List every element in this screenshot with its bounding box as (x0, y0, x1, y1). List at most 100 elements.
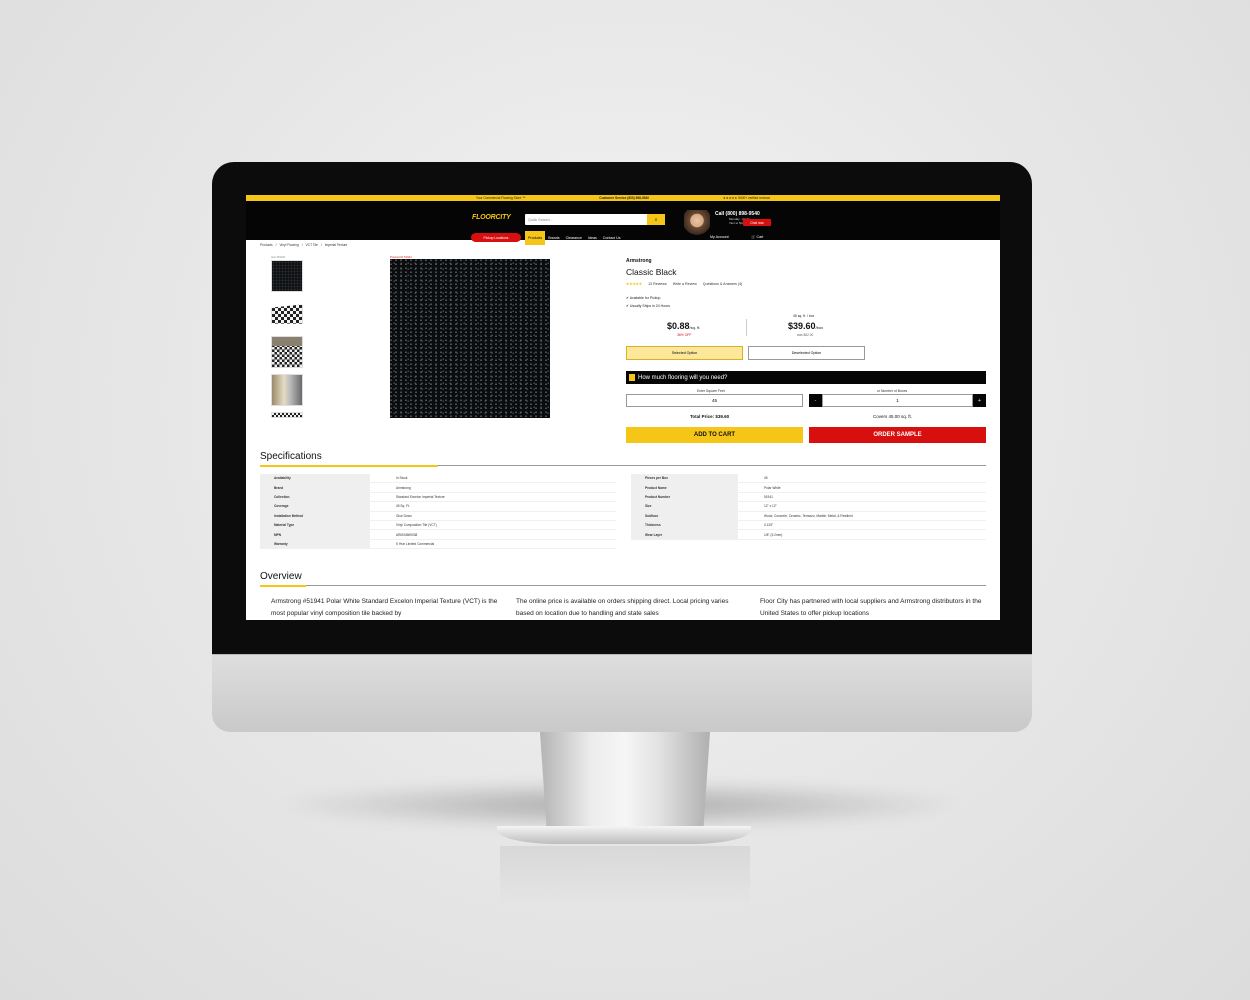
chat-button[interactable]: Chat now (743, 219, 771, 226)
spec-key: Subfloor (631, 511, 738, 520)
decrement-button[interactable]: - (809, 394, 822, 407)
search-placeholder: Quick Search... (528, 217, 553, 222)
site-header: FLOORCITY Quick Search... ⌕ Call (800) 8… (246, 201, 1000, 245)
spec-key: Warranty (260, 539, 370, 549)
thumbnail-2[interactable] (271, 304, 303, 324)
spec-value: 1/8" (3.2mm) (764, 532, 783, 537)
spec-key: Availability (260, 474, 370, 483)
crumb-sep: / (275, 243, 277, 247)
reviews-badge[interactable]: ★★★★★ 5000+ verified reviews (723, 196, 770, 200)
thumbnail-1[interactable] (271, 260, 303, 292)
nav-ideas[interactable]: Ideas (585, 231, 600, 245)
thumbnail-5[interactable] (271, 412, 303, 418)
spec-key: Pieces per Box (631, 474, 738, 483)
thumbnail-3[interactable] (271, 336, 303, 368)
spec-row: Material Type Vinyl Composition Tile (VCT… (260, 520, 616, 531)
overview-col-2: The online price is available on orders … (516, 598, 729, 617)
spec-key: Material Type (260, 520, 370, 530)
thumbnail-4[interactable] (271, 374, 303, 406)
monitor-chin (212, 654, 1032, 732)
spec-value: In Stock (396, 476, 408, 481)
spec-value: ARM34569038 (396, 532, 418, 537)
cart-label: Cart (756, 235, 764, 239)
feature-list: ✔ Available for Pickup ✔ Usually Ships i… (626, 294, 670, 310)
crumb-vct[interactable]: VCT Tile (306, 243, 318, 247)
spec-value: Armstrong (396, 485, 411, 490)
add-to-cart-button[interactable]: ADD TO CART (626, 427, 803, 443)
customer-service[interactable]: Customer Service (800) 898-9540 (599, 196, 649, 200)
pickup-locations-button[interactable]: Pickup Locations (471, 233, 521, 242)
sqft-label: Enter Square Feet (697, 389, 725, 393)
order-sample-button[interactable]: ORDER SAMPLE (809, 427, 986, 443)
spec-row: Coverage 45 Sq. Ft. (260, 502, 616, 512)
price-box-unit: /box (815, 325, 824, 330)
stand-reflection (500, 846, 750, 906)
qa-link[interactable]: Questions & Answers (4) (703, 282, 743, 286)
overview-col-1: Armstrong #51941 Polar White Standard Ex… (271, 598, 498, 617)
spec-key: Product Number (631, 492, 738, 502)
spec-row: Product Number 51941 (631, 492, 986, 503)
spec-value: 45 Sq. Ft. (396, 504, 410, 509)
price-sqft-unit: /sq. ft. (689, 325, 701, 330)
write-review-link[interactable]: Write a Review (673, 282, 697, 286)
reviews-link[interactable]: 13 Reviews (648, 282, 667, 286)
spec-value: 51941 (764, 494, 773, 499)
selected-option-button[interactable]: Selected Option (626, 346, 743, 360)
spec-value: 5 Year Limited Commercial (396, 541, 435, 546)
nav-brands[interactable]: Brands (545, 231, 562, 245)
sqft-input[interactable]: 45 (626, 394, 803, 407)
search-input[interactable]: Quick Search... ⌕ (525, 214, 665, 225)
calculator-icon (629, 374, 635, 381)
spec-key: Thickness (631, 520, 738, 530)
spec-row: Collection Standard Excelon Imperial Text… (260, 492, 616, 503)
cart-link[interactable]: 🛒 Cart (751, 235, 763, 239)
coverage-total: Covers 45.00 sq. ft. (873, 414, 913, 419)
overview-divider (260, 584, 986, 587)
main-nav: Products Brands Clearance Ideas Contact … (525, 231, 624, 245)
monitor-stand-foot (497, 826, 751, 844)
feature-shipping: ✔ Usually Ships in 24 Hours (626, 302, 670, 310)
boxes-input[interactable]: 1 (822, 394, 973, 407)
calculator-title: How much flooring will you need? (638, 374, 728, 381)
spec-value: 45 (764, 476, 768, 481)
spec-key: Product Name (631, 483, 738, 492)
crumb-sep: / (301, 243, 303, 247)
overview-heading: Overview (260, 571, 302, 582)
overview-col-3: Floor City has partnered with local supp… (760, 598, 982, 617)
search-button[interactable]: ⌕ (647, 214, 665, 225)
total-price: Total Price: $39.60 (690, 414, 730, 419)
flooring-calculator-header: How much flooring will you need? (626, 371, 986, 384)
nav-products[interactable]: Products (525, 231, 546, 245)
crumb-products[interactable]: Products (260, 243, 273, 247)
increment-button[interactable]: + (973, 394, 986, 407)
main-product-image[interactable] (390, 259, 550, 418)
browser-screen: Your Commercial Flooring Store ™ Custome… (246, 195, 1000, 620)
specifications-heading: Specifications (260, 451, 322, 462)
feature-pickup: ✔ Available for Pickup (626, 294, 670, 302)
spec-value: Glue Down (396, 513, 412, 518)
spec-table-left: Availability In Stock Brand Armstrong Collec… (260, 474, 616, 550)
spec-row: Brand Armstrong (260, 483, 616, 493)
crumb-current: Imperial Texture (324, 243, 348, 247)
spec-value: 0.125" (764, 523, 774, 528)
price-sqft-value: $0.88 (667, 321, 690, 331)
spec-value: 12" x 12" (764, 504, 777, 509)
my-account-link[interactable]: My Account (710, 235, 729, 239)
site-logo[interactable]: FLOORCITY (472, 214, 511, 221)
nav-contact[interactable]: Contact Us (600, 231, 624, 245)
deselected-option-button[interactable]: Deselected Option (748, 346, 865, 360)
brand-text: Armstrong (626, 258, 652, 264)
promo-left: Your Commercial Flooring Store ™ (476, 196, 526, 200)
feature-text: Usually Ships in 24 Hours (629, 304, 670, 308)
crumb-sep: / (320, 243, 322, 247)
search-icon: ⌕ (654, 216, 658, 223)
spec-row: Product Name Polar White (631, 483, 986, 493)
nav-clearance[interactable]: Clearance (563, 231, 585, 245)
spec-key: Brand (260, 483, 370, 492)
product-brand[interactable]: Armstrong (626, 258, 652, 264)
spec-row: Warranty 5 Year Limited Commercial (260, 539, 616, 550)
spec-value: Polar White (764, 485, 781, 490)
price-per-sqft: $0.88/sq. ft. (667, 321, 700, 331)
spec-row: Size 12" x 12" (631, 502, 986, 512)
crumb-vinyl[interactable]: Vinyl Flooring (279, 243, 298, 247)
